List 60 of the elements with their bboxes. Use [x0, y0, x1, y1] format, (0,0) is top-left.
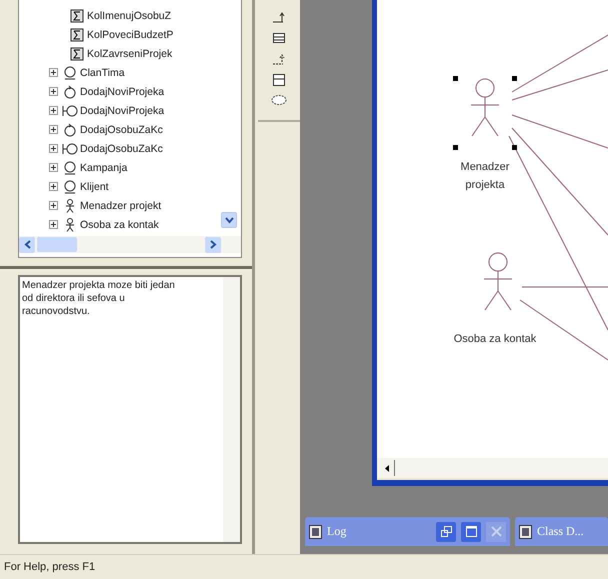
- expand-icon[interactable]: [49, 182, 58, 191]
- actor-label: Osoba za kontak: [452, 332, 538, 347]
- boundary-circle-icon: [62, 102, 78, 118]
- horizontal-scrollbar[interactable]: [377, 458, 608, 478]
- tree-item[interactable]: Menadzer projekt: [80, 200, 162, 212]
- expand-icon[interactable]: [49, 163, 58, 172]
- tree-item[interactable]: DodajNoviProjeka: [80, 86, 164, 98]
- restore-button[interactable]: [436, 522, 456, 542]
- arrow-icon[interactable]: [272, 10, 286, 24]
- scroll-down-button[interactable]: [221, 212, 237, 228]
- expand-icon[interactable]: [49, 87, 58, 96]
- rectangle-icon[interactable]: [272, 31, 286, 45]
- dashed-arrow-icon[interactable]: [272, 52, 286, 66]
- tree-item[interactable]: DodajOsobuZaKc: [80, 124, 163, 136]
- expand-icon[interactable]: [49, 201, 58, 210]
- tree-item[interactable]: KolImenujOsobuZ: [87, 10, 172, 22]
- tree-item[interactable]: ClanTima: [80, 66, 125, 78]
- restore-icon: [440, 526, 452, 537]
- sigma-box-icon: [69, 8, 85, 24]
- tree-item[interactable]: Osoba za kontak: [80, 218, 159, 230]
- expand-icon[interactable]: [49, 106, 58, 115]
- expand-icon[interactable]: [49, 68, 58, 77]
- scroll-thumb[interactable]: [37, 237, 77, 252]
- tree-item[interactable]: Klijent: [80, 180, 109, 192]
- document-icon: [519, 524, 532, 538]
- horizontal-scrollbar[interactable]: [19, 236, 241, 253]
- tree-item[interactable]: Kampanja: [80, 162, 128, 174]
- window-title: Log: [327, 524, 346, 539]
- control-circle-icon: [62, 84, 78, 100]
- vertical-scrollbar[interactable]: [223, 277, 240, 542]
- document-icon: [309, 524, 322, 538]
- ellipse-icon[interactable]: [271, 94, 287, 106]
- expand-icon[interactable]: [49, 125, 58, 134]
- tree-item[interactable]: DodajOsobuZaKc: [80, 142, 163, 154]
- actor-figure[interactable]: [453, 76, 517, 150]
- tree-item[interactable]: KolPoveciBudzetP: [87, 28, 174, 40]
- status-text: For Help, press F1: [4, 561, 96, 573]
- maximize-icon: [466, 526, 476, 537]
- expand-icon[interactable]: [49, 144, 58, 153]
- close-icon: [490, 526, 502, 537]
- maximize-button[interactable]: [461, 522, 481, 542]
- chevron-down-icon: [224, 216, 234, 224]
- expand-icon[interactable]: [49, 220, 58, 229]
- triangle-left-icon: [384, 464, 390, 472]
- sigma-box-icon: [69, 46, 85, 62]
- control-circle-icon: [62, 122, 78, 138]
- sigma-box-icon: [69, 26, 85, 42]
- entity-circle-icon: [62, 160, 78, 176]
- entity-circle-icon: [62, 178, 78, 194]
- chevron-right-icon: [210, 240, 216, 249]
- window-title: Class D...: [537, 524, 584, 539]
- entity-circle-icon: [62, 64, 78, 80]
- actor-label: Menadzer projekta: [460, 160, 510, 193]
- chevron-left-icon: [24, 240, 30, 249]
- tree-item[interactable]: DodajNoviProjeka: [80, 104, 164, 116]
- documentation-field[interactable]: Menadzer projekta moze biti jedan od direktora ili sefova u racunovodstvu.: [18, 275, 242, 544]
- documentation-text: Menadzer projekta moze biti jedan od direktora ili sefova u racunovodstvu.: [21, 279, 176, 319]
- rectangle-icon[interactable]: [272, 73, 286, 87]
- tree-item[interactable]: KolZavrseniProjek: [87, 48, 172, 60]
- boundary-circle-icon: [62, 140, 78, 156]
